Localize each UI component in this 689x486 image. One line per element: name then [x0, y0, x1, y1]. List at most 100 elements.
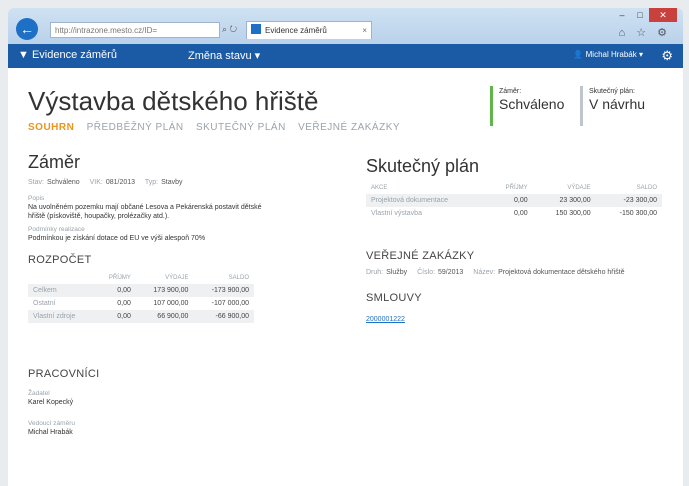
cell: 107 000,00 — [153, 300, 189, 307]
status-zamer-label: Záměr: — [499, 88, 522, 95]
status-plan-label: Skutečný plán: — [589, 88, 635, 95]
table-row: Projektová dokumentace 0,00 23 300,00 -2… — [366, 194, 662, 207]
cell: 0,00 — [487, 194, 533, 207]
change-state-menu[interactable]: Změna stavu ▾ — [188, 49, 260, 62]
vedouci-label: Vedoucí záměru — [28, 420, 75, 427]
maximize-icon[interactable]: □ — [631, 8, 649, 22]
cislo-value: 59/2013 — [438, 269, 464, 276]
tab-predbezny-plan[interactable]: PŘEDBĚŽNÝ PLÁN — [87, 122, 184, 133]
tab-title: Evidence záměrů — [265, 26, 327, 35]
zakazky-row[interactable]: Druh: Služby Číslo: 59/2013 Název: Projekto… — [366, 269, 625, 276]
cell: 0,00 — [117, 300, 131, 307]
zamer-meta: Stav: Schváleno VIK: 081/2013 Typ: Stavby — [28, 179, 183, 186]
back-arrow-icon[interactable]: ← — [16, 18, 38, 40]
vedouci-value: Michal Hrabák — [28, 429, 73, 436]
stav-label: Stav: — [28, 179, 44, 186]
cell: -66 900,00 — [193, 310, 254, 323]
refresh-icon[interactable]: ⌕ ↻ — [222, 24, 237, 35]
table-header: AKCE PŘÍJMY VÝDAJE SALDO — [366, 182, 662, 194]
zakazky-heading: VEŘEJNÉ ZAKÁZKY — [366, 250, 475, 262]
skutecny-table: AKCE PŘÍJMY VÝDAJE SALDO Projektová doku… — [366, 182, 662, 220]
section-tabs: SOUHRN PŘEDBĚŽNÝ PLÁN SKUTEČNÝ PLÁN VEŘE… — [28, 122, 409, 133]
col-header: VÝDAJE — [567, 185, 591, 191]
status-zamer-value: Schváleno — [499, 96, 565, 112]
table-row: Vlastní výstavba 0,00 150 300,00 -150 30… — [366, 207, 662, 220]
cell: -173 900,00 — [193, 284, 254, 297]
typ-value: Stavby — [161, 179, 183, 186]
cell: 173 900,00 — [135, 284, 194, 297]
druh-value: Služby — [386, 269, 408, 276]
zamer-heading: Záměr — [28, 152, 81, 172]
status-plan-value: V návrhu — [589, 96, 646, 112]
app-brand[interactable]: ▼ Evidence záměrů — [18, 49, 117, 61]
zadatel-value: Karel Kopecký — [28, 399, 74, 406]
page-content: Výstavba dětského hřiště SOUHRN PŘEDBĚŽN… — [8, 68, 683, 486]
col-header — [28, 272, 95, 284]
brand-label: Evidence záměrů — [31, 49, 117, 61]
cell: -23 300,00 — [595, 194, 662, 207]
druh-label: Druh: — [366, 269, 384, 276]
cell: Ostatní — [33, 300, 56, 307]
cell: Celkem — [28, 284, 95, 297]
cell: 66 900,00 — [135, 310, 194, 323]
col-header: VÝDAJE — [165, 275, 189, 281]
cell: Vlastní výstavba — [371, 210, 422, 217]
cell: 0,00 — [94, 310, 136, 323]
browser-tools-icons[interactable]: ⌂ ☆ ⚙ — [619, 26, 671, 39]
table-row: Celkem 0,00 173 900,00 -173 900,00 — [28, 284, 254, 297]
close-tab-icon[interactable]: × — [362, 22, 367, 40]
skutecny-heading: Skutečný plán — [366, 156, 480, 176]
pracovnici-heading: PRACOVNÍCI — [28, 368, 100, 380]
smlouvy-heading: SMLOUVY — [366, 292, 422, 304]
app-navbar: ▼ Evidence záměrů Změna stavu ▾ 👤 Michal… — [8, 44, 683, 68]
cell: Projektová dokumentace — [366, 194, 488, 207]
nazev-label: Název: — [473, 269, 496, 276]
cell: 0,00 — [514, 210, 528, 217]
tab-souhrn[interactable]: SOUHRN — [28, 122, 74, 133]
typ-label: Typ: — [144, 179, 159, 186]
realizace-value: Podmínkou je získání dotace od EU ve výš… — [28, 235, 206, 242]
nazev-value: Projektová dokumentace dětského hřiště — [498, 269, 625, 276]
col-header: AKCE — [371, 185, 388, 191]
page-title: Výstavba dětského hřiště — [28, 86, 319, 116]
cell: Vlastní zdroje — [28, 310, 95, 323]
table-row: Ostatní 0,00 107 000,00 -107 000,00 — [28, 297, 254, 310]
col-header: SALDO — [228, 275, 249, 281]
popis-line-1: Na uvolněném pozemku mají občané Lesova … — [28, 204, 262, 211]
minimize-icon[interactable]: – — [613, 8, 631, 22]
cell: 150 300,00 — [555, 210, 591, 217]
zadatel-label: Žadatel — [28, 390, 50, 397]
cell: -150 300,00 — [619, 210, 657, 217]
favicon-icon — [251, 24, 261, 34]
cislo-label: Číslo: — [417, 269, 435, 276]
cell: 23 300,00 — [532, 194, 596, 207]
tab-verejne-zakazky[interactable]: VEŘEJNÉ ZAKÁZKY — [298, 122, 400, 133]
status-plan: Skutečný plán: V návrhu — [580, 86, 670, 126]
user-name: Michal Hrabák ▾ — [585, 50, 643, 59]
col-header: PŘÍJMY — [505, 185, 528, 191]
popis-line-2: hřiště (pískoviště, houpačky, prolézačky… — [28, 213, 170, 220]
browser-chrome: ← http://intrazone.mesto.cz/ID= ⌕ ↻ Evid… — [8, 8, 683, 44]
table-row: Vlastní zdroje 0,00 66 900,00 -66 900,00 — [28, 310, 254, 323]
col-header: PŘÍJMY — [108, 275, 131, 281]
col-header: SALDO — [636, 185, 657, 191]
cell: -107 000,00 — [211, 300, 249, 307]
stav-value: Schváleno — [46, 179, 80, 186]
gear-icon[interactable]: ⚙ — [661, 48, 673, 64]
status-zamer: Záměr: Schváleno — [490, 86, 570, 126]
table-header: PŘÍJMY VÝDAJE SALDO — [28, 272, 254, 284]
user-menu[interactable]: 👤 Michal Hrabák ▾ — [573, 50, 643, 59]
rozpocet-table: PŘÍJMY VÝDAJE SALDO Celkem 0,00 173 900,… — [28, 272, 254, 323]
address-bar[interactable]: http://intrazone.mesto.cz/ID= — [50, 22, 220, 38]
window-controls: – □ ✕ — [613, 8, 677, 22]
user-icon: 👤 — [573, 50, 584, 59]
popis-label: Popis — [28, 195, 45, 202]
close-window-icon[interactable]: ✕ — [649, 8, 677, 22]
tab-skutecny-plan[interactable]: SKUTEČNÝ PLÁN — [196, 122, 286, 133]
cell: 0,00 — [94, 284, 136, 297]
realizace-label: Podmínky realizace — [28, 226, 85, 233]
smlouva-link[interactable]: 2000001222 — [366, 316, 405, 323]
vik-label: VIK: — [89, 179, 103, 186]
browser-tab[interactable]: Evidence záměrů × — [246, 21, 372, 39]
rozpocet-heading: ROZPOČET — [28, 254, 92, 266]
